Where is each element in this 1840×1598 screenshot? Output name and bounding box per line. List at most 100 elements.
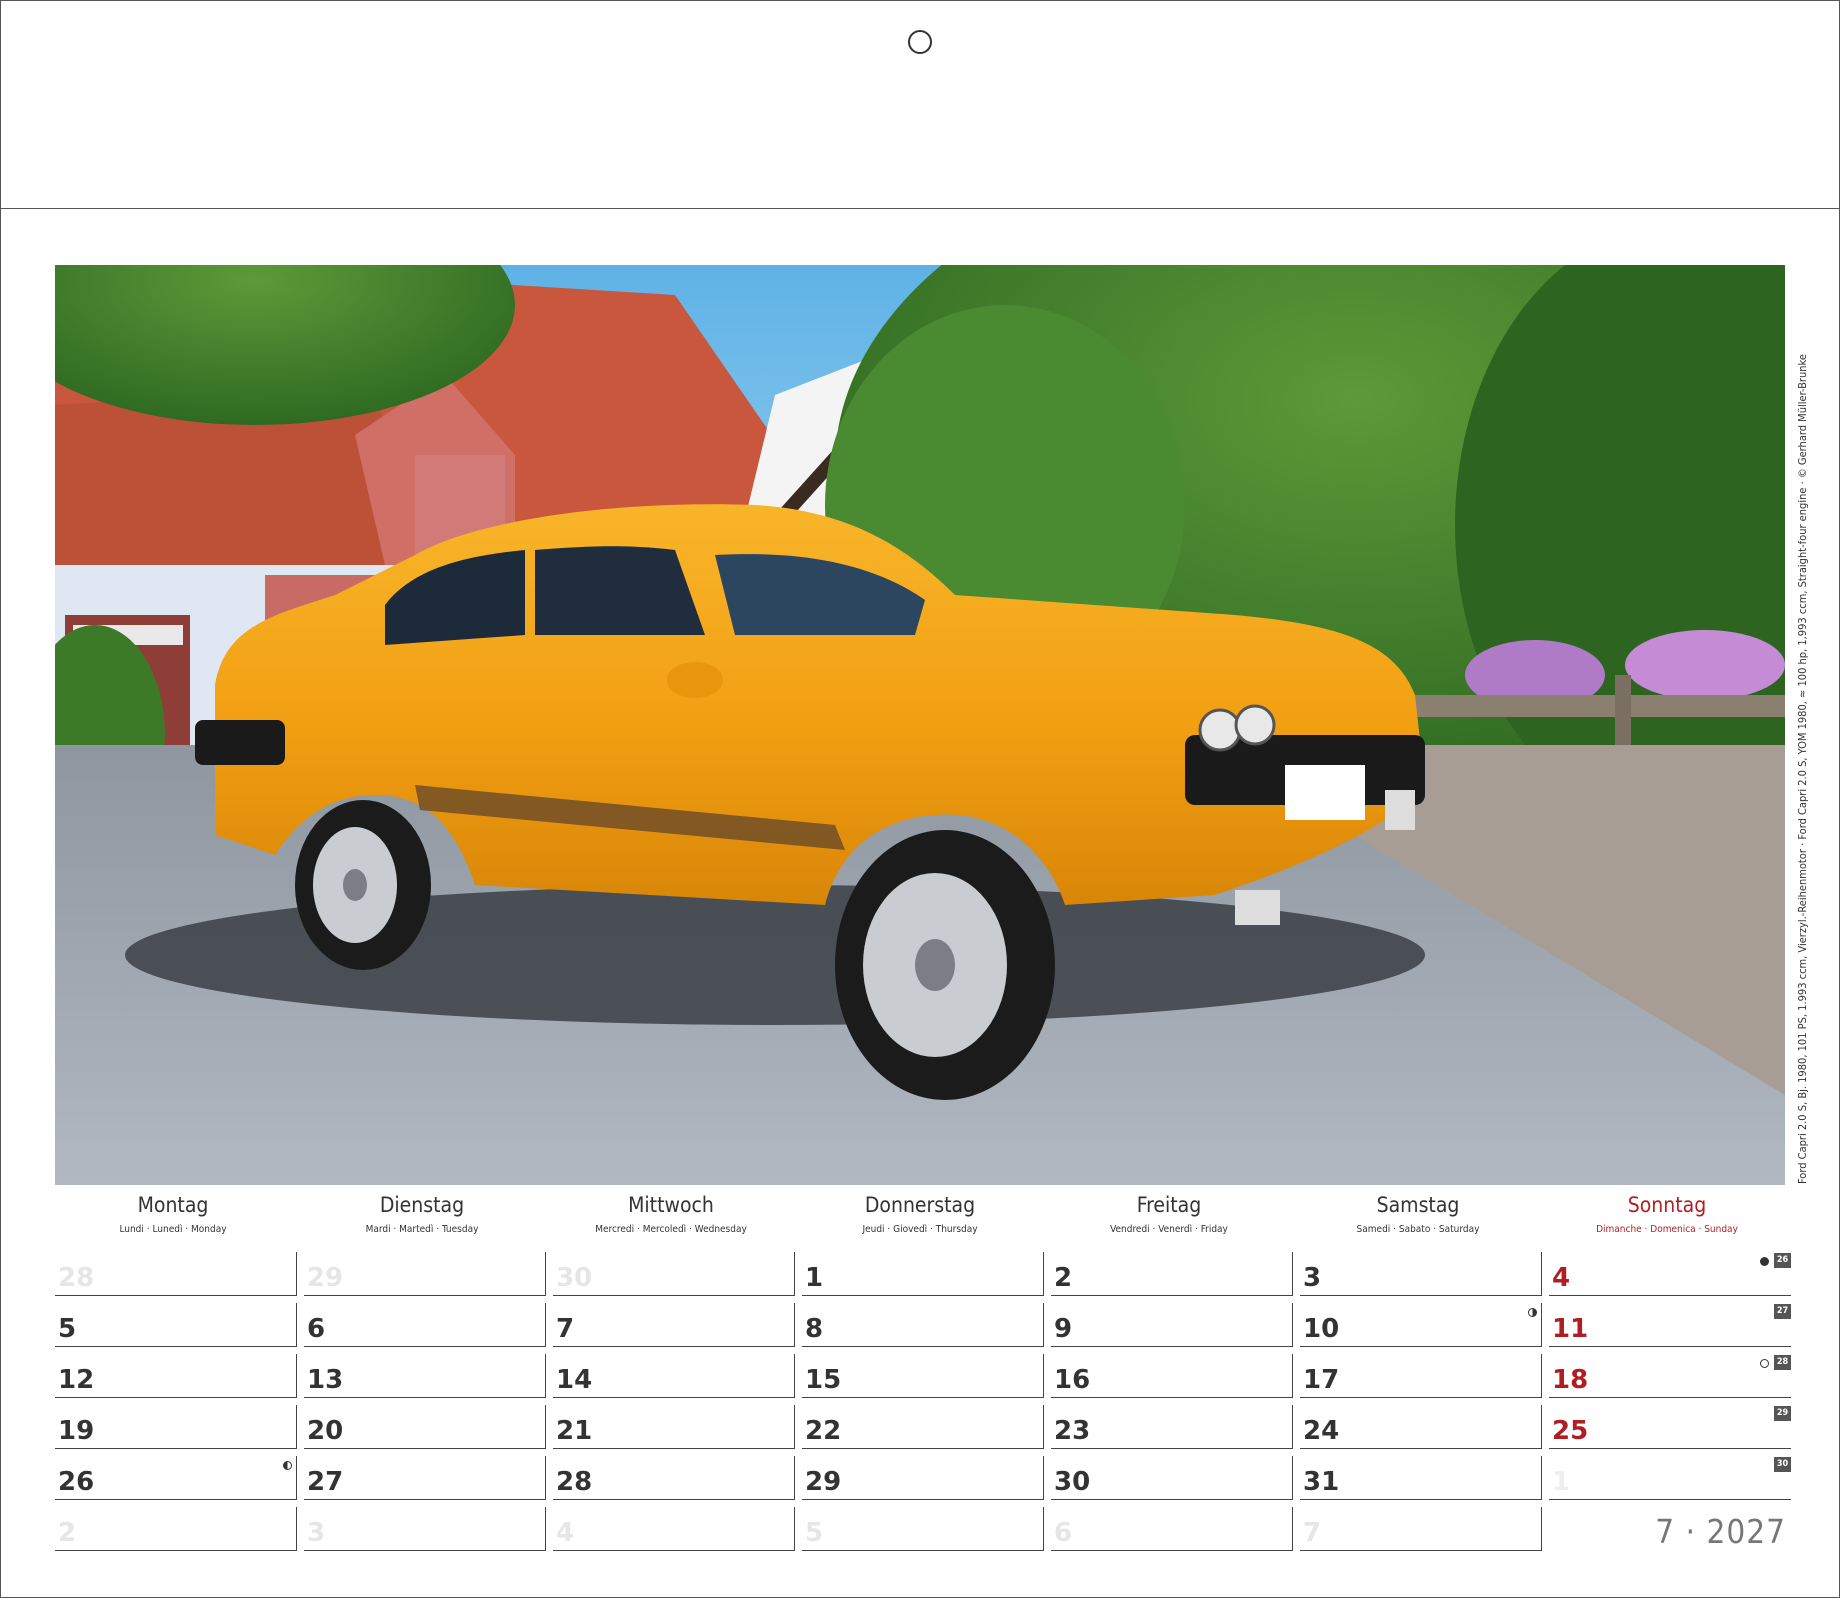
day-cell: 3 [1300, 1252, 1542, 1296]
day-cell: 7 [1300, 1507, 1542, 1551]
weekday-header-4: Freitag Vendredi · Venerdì · Friday [1051, 1192, 1287, 1237]
week-number-badge: 29 [1774, 1406, 1791, 1421]
day-number: 4 [1552, 1263, 1571, 1293]
week-number-badge: 30 [1774, 1457, 1791, 1472]
day-number: 21 [556, 1416, 593, 1446]
weekday-name: Freitag [1136, 1193, 1202, 1217]
day-cell: 29 [304, 1252, 546, 1296]
moon-phase-new-icon [1760, 1359, 1769, 1368]
day-cell: 12 [55, 1354, 297, 1398]
day-number: 10 [1303, 1314, 1340, 1344]
day-number: 28 [58, 1263, 95, 1293]
day-cell: 21 [553, 1405, 795, 1449]
day-cell: 11 27 [1549, 1303, 1791, 1347]
day-cell: 24 [1300, 1405, 1542, 1449]
day-cell: 19 [55, 1405, 297, 1449]
day-cell: 22 [802, 1405, 1044, 1449]
weekday-header-0: Montag Lundi · Lunedì · Monday [55, 1192, 291, 1237]
day-number: 16 [1054, 1365, 1091, 1395]
day-cell: 1 30 [1549, 1456, 1791, 1500]
day-number: 1 [1552, 1467, 1571, 1497]
weekday-translations: Dimanche · Domenica · Sunday [1596, 1224, 1738, 1235]
weekday-header-3: Donnerstag Jeudi · Giovedì · Thursday [802, 1192, 1038, 1237]
day-number: 5 [805, 1518, 824, 1548]
day-number: 6 [307, 1314, 326, 1344]
day-number: 29 [307, 1263, 344, 1293]
day-cell: 8 [802, 1303, 1044, 1347]
day-cell: 2 [1051, 1252, 1293, 1296]
weekday-header-2: Mittwoch Mercredi · Mercoledì · Wednesday [553, 1192, 789, 1237]
day-number: 30 [1054, 1467, 1091, 1497]
day-number: 25 [1552, 1416, 1589, 1446]
photo-credit: Ford Capri 2.0 S, Bj. 1980, 101 PS, 1.99… [1796, 354, 1809, 1184]
weekday-translations: Lundi · Lunedì · Monday [119, 1224, 227, 1235]
hanging-strip [1, 1, 1839, 209]
day-number: 20 [307, 1416, 344, 1446]
day-cell: 29 [802, 1456, 1044, 1500]
day-cell: 4 [553, 1507, 795, 1551]
week-number-badge: 26 [1774, 1253, 1791, 1268]
day-cell: 5 [55, 1303, 297, 1347]
weekday-name: Montag [137, 1193, 209, 1217]
day-cell: 15 [802, 1354, 1044, 1398]
day-cell: 10 [1300, 1303, 1542, 1347]
day-cell: 23 [1051, 1405, 1293, 1449]
day-cell: 1 [802, 1252, 1044, 1296]
day-number: 22 [805, 1416, 842, 1446]
day-number: 4 [556, 1518, 575, 1548]
weekday-name: Donnerstag [864, 1193, 976, 1217]
day-number: 8 [805, 1314, 824, 1344]
day-cell: 30 [553, 1252, 795, 1296]
day-number: 18 [1552, 1365, 1589, 1395]
day-cell: 18 28 [1549, 1354, 1791, 1398]
moon-phase-half-r-icon [1528, 1308, 1537, 1317]
weekday-translations: Vendredi · Venerdì · Friday [1110, 1224, 1228, 1235]
day-cell: 27 [304, 1456, 546, 1500]
day-cell: 14 [553, 1354, 795, 1398]
day-cell: 13 [304, 1354, 546, 1398]
day-number: 27 [307, 1467, 344, 1497]
day-cell: 20 [304, 1405, 546, 1449]
day-number: 7 [556, 1314, 575, 1344]
week-number-badge: 28 [1774, 1355, 1791, 1370]
day-number: 29 [805, 1467, 842, 1497]
weekday-header-1: Dienstag Mardi · Martedì · Tuesday [304, 1192, 540, 1237]
day-cell: 30 [1051, 1456, 1293, 1500]
day-cell: 17 [1300, 1354, 1542, 1398]
day-number: 13 [307, 1365, 344, 1395]
hanging-hole [908, 30, 932, 54]
weekday-translations: Mardi · Martedì · Tuesday [365, 1224, 479, 1235]
day-number: 3 [307, 1518, 326, 1548]
moon-phase-full-icon [1760, 1257, 1769, 1266]
day-cell: 26 [55, 1456, 297, 1500]
day-number: 28 [556, 1467, 593, 1497]
weekday-translations: Mercredi · Mercoledì · Wednesday [595, 1224, 747, 1235]
day-cell: 28 [55, 1252, 297, 1296]
day-number: 3 [1303, 1263, 1322, 1293]
day-number: 23 [1054, 1416, 1091, 1446]
day-number: 1 [805, 1263, 824, 1293]
day-cell: 6 [304, 1303, 546, 1347]
day-cell: 7 [553, 1303, 795, 1347]
day-number: 2 [1054, 1263, 1073, 1293]
day-number: 19 [58, 1416, 95, 1446]
month-year: 7 · 2027 [1655, 1512, 1786, 1551]
day-number: 26 [58, 1467, 95, 1497]
day-cell: 5 [802, 1507, 1044, 1551]
day-number: 15 [805, 1365, 842, 1395]
day-number: 30 [556, 1263, 593, 1293]
day-cell: 2 [55, 1507, 297, 1551]
day-number: 5 [58, 1314, 77, 1344]
weekday-name: Dienstag [379, 1193, 465, 1217]
day-number: 31 [1303, 1467, 1340, 1497]
weekday-header-6: Sonntag Dimanche · Domenica · Sunday [1549, 1192, 1785, 1237]
day-cell: 9 [1051, 1303, 1293, 1347]
day-number: 2 [58, 1518, 77, 1548]
day-cell: 31 [1300, 1456, 1542, 1500]
weekday-name: Mittwoch [628, 1193, 714, 1217]
day-number: 17 [1303, 1365, 1340, 1395]
day-cell: 25 29 [1549, 1405, 1791, 1449]
weekday-name: Sonntag [1627, 1193, 1707, 1217]
weekday-translations: Jeudi · Giovedì · Thursday [862, 1224, 978, 1235]
week-number-badge: 27 [1774, 1304, 1791, 1319]
